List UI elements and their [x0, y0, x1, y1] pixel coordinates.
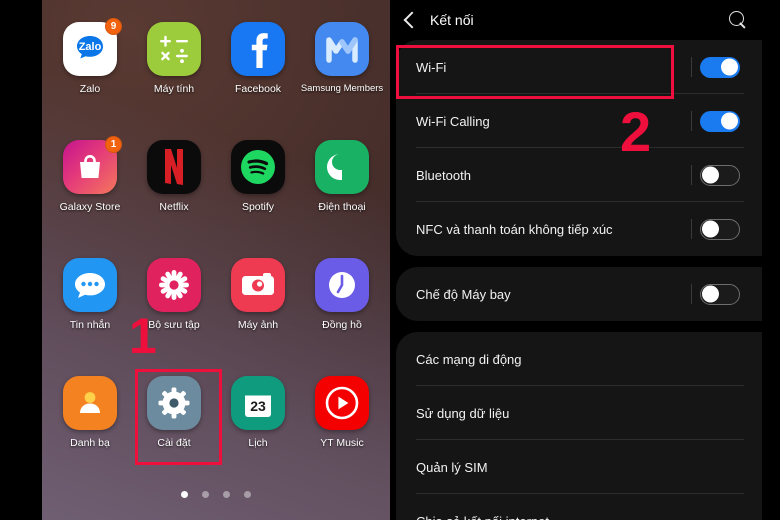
app-item-calculator[interactable]: Máy tính [132, 12, 216, 130]
annotation-box-wifi-row [396, 45, 674, 99]
wifi-calling-toggle[interactable] [700, 110, 740, 132]
row-label: Chia sẻ kết nối internet [416, 514, 762, 520]
app-label: Máy tính [153, 83, 195, 95]
spotify-icon[interactable] [231, 140, 285, 194]
row-label: Các mạng di động [416, 351, 522, 367]
app-item-yt-music[interactable]: YT Music [300, 366, 384, 484]
app-label: Đồng hồ [322, 319, 362, 331]
page-dot-3[interactable] [223, 491, 230, 498]
app-item-facebook[interactable]: Facebook [216, 12, 300, 130]
app-item-messages[interactable]: Tin nhắn [48, 248, 132, 366]
row-divider [691, 111, 692, 131]
settings-row-sim-manager[interactable]: Quản lý SIM [396, 440, 762, 494]
settings-row-data-usage[interactable]: Sử dụng dữ liệu [396, 386, 762, 440]
screenshot-root: Zalo 9 Zalo Máy tính Facebook Samsung Me… [0, 0, 780, 520]
page-title: Kết nối [430, 12, 474, 28]
app-item-clock[interactable]: Đồng hồ [300, 248, 384, 366]
app-item-contacts[interactable]: Danh bạ [48, 366, 132, 484]
row-label: NFC và thanh toán không tiếp xúc [416, 221, 613, 237]
phone-icon[interactable] [315, 140, 369, 194]
samsung-members-icon[interactable] [315, 22, 369, 76]
nfc-toggle[interactable] [700, 218, 740, 240]
app-label: Samsung Members [300, 83, 384, 94]
row-label: Sử dụng dữ liệu [416, 405, 510, 421]
netflix-icon[interactable] [147, 140, 201, 194]
app-label: Điện thoại [318, 201, 366, 213]
app-label: Lịch [248, 437, 268, 449]
page-dot-2[interactable] [202, 491, 209, 498]
bluetooth-toggle[interactable] [700, 164, 740, 186]
page-dot-4[interactable] [244, 491, 251, 498]
calculator-icon[interactable] [147, 22, 201, 76]
app-label: Tin nhắn [69, 319, 111, 331]
settings-group-airplane: Chế độ Máy bay [396, 267, 762, 321]
search-icon[interactable] [729, 10, 748, 30]
app-label: YT Music [320, 437, 364, 449]
settings-header: Kết nối [390, 0, 762, 40]
annotation-box-settings-app [135, 369, 222, 465]
settings-row-nfc[interactable]: NFC và thanh toán không tiếp xúc [396, 202, 762, 256]
page-indicator-dots[interactable] [42, 491, 390, 498]
app-label: Máy ảnh [237, 319, 279, 331]
zalo-icon[interactable]: Zalo 9 [63, 18, 122, 76]
back-chevron-icon[interactable] [400, 11, 418, 29]
contacts-icon[interactable] [63, 376, 117, 430]
row-divider [691, 284, 692, 304]
settings-row-internet-sharing[interactable]: Chia sẻ kết nối internet [396, 494, 762, 520]
row-label: Chế độ Máy bay [416, 286, 511, 302]
app-item-phone[interactable]: Điện thoại [300, 130, 384, 248]
wifi-toggle[interactable] [700, 56, 740, 78]
app-label: Spotify [241, 201, 275, 213]
app-item-zalo[interactable]: Zalo 9 Zalo [48, 12, 132, 130]
zalo-badge: 9 [105, 18, 122, 35]
facebook-icon[interactable] [231, 22, 285, 76]
row-divider [691, 219, 692, 239]
settings-row-mobile-networks[interactable]: Các mạng di động [396, 332, 762, 386]
app-label: Galaxy Store [59, 201, 121, 213]
app-label: Netflix [159, 201, 189, 213]
app-label: Danh bạ [70, 437, 110, 449]
settings-row-airplane-mode[interactable]: Chế độ Máy bay [396, 267, 762, 321]
app-item-netflix[interactable]: Netflix [132, 130, 216, 248]
gallery-icon[interactable] [147, 258, 201, 312]
svg-text:23: 23 [250, 398, 266, 414]
annotation-number-one: 1 [129, 308, 157, 364]
app-item-galaxy-store[interactable]: 1 Galaxy Store [48, 130, 132, 248]
messages-icon[interactable] [63, 258, 117, 312]
app-label: Zalo [79, 83, 101, 95]
app-label: Facebook [234, 83, 282, 95]
settings-group-network: Các mạng di động Sử dụng dữ liệu Quản lý… [396, 332, 762, 520]
app-item-camera[interactable]: Máy ảnh [216, 248, 300, 366]
calendar-icon[interactable]: 23 [231, 376, 285, 430]
airplane-mode-toggle[interactable] [700, 283, 740, 305]
camera-icon[interactable] [231, 258, 285, 312]
row-label: Bluetooth [416, 167, 471, 183]
row-divider [691, 165, 692, 185]
row-label: Quản lý SIM [416, 459, 488, 475]
row-label: Wi-Fi Calling [416, 113, 490, 129]
galaxy-store-badge: 1 [105, 136, 122, 153]
annotation-number-two: 2 [620, 100, 652, 163]
svg-text:Zalo: Zalo [79, 41, 102, 53]
app-item-spotify[interactable]: Spotify [216, 130, 300, 248]
page-dot-1[interactable] [181, 491, 188, 498]
app-item-samsung-members[interactable]: Samsung Members [300, 12, 384, 130]
row-divider [691, 57, 692, 77]
galaxy-store-icon[interactable]: 1 [63, 136, 122, 194]
youtube-music-icon[interactable] [315, 376, 369, 430]
settings-row-wifi-calling[interactable]: Wi-Fi Calling [396, 94, 762, 148]
clock-icon[interactable] [315, 258, 369, 312]
app-item-calendar[interactable]: 23 Lịch [216, 366, 300, 484]
settings-row-bluetooth[interactable]: Bluetooth [396, 148, 762, 202]
